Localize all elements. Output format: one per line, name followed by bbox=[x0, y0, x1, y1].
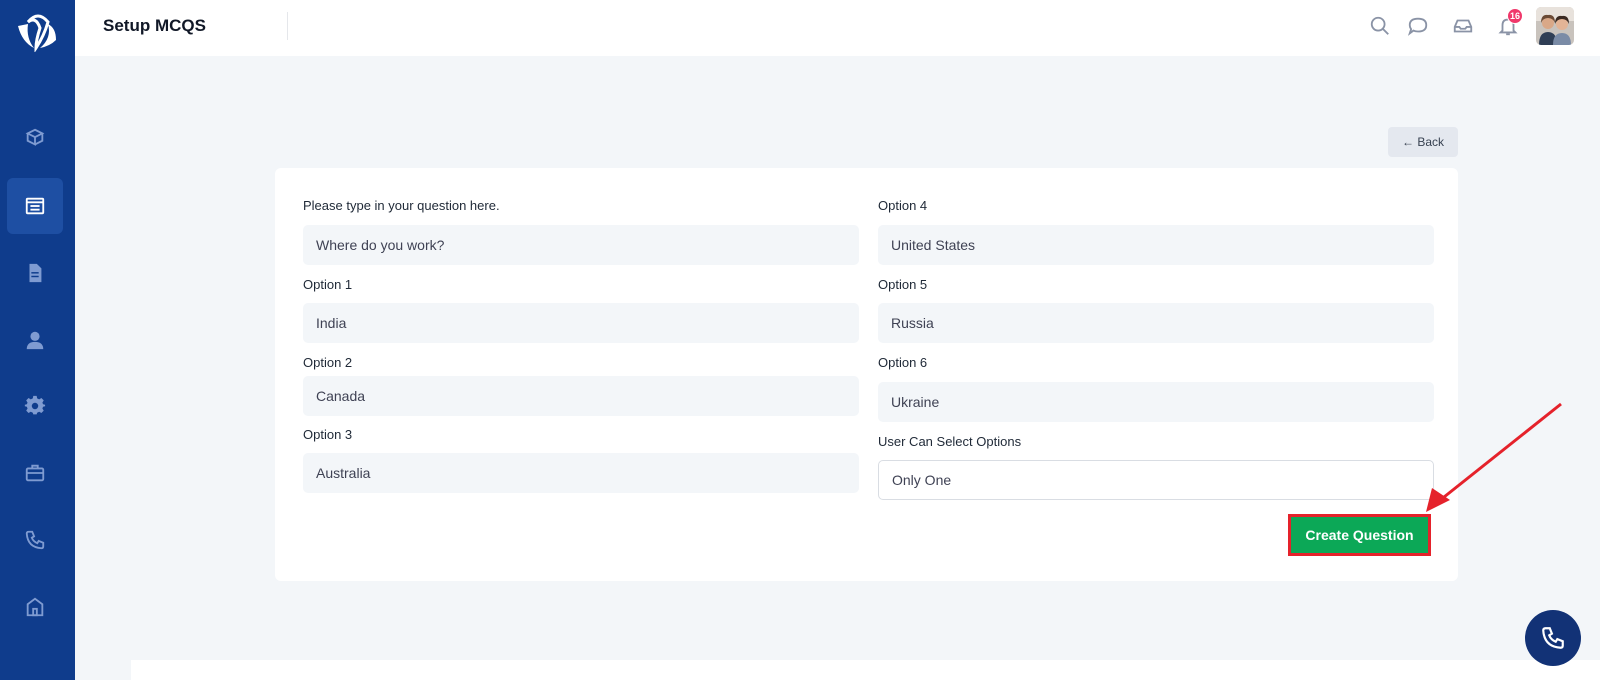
building-icon bbox=[26, 597, 44, 617]
option-1-input[interactable]: India bbox=[303, 303, 859, 343]
annotation-arrow bbox=[1426, 402, 1562, 512]
sidebar-item-jobs[interactable] bbox=[7, 445, 63, 501]
call-button[interactable] bbox=[1525, 610, 1581, 666]
gear-icon bbox=[24, 395, 46, 415]
sidebar-item-users[interactable] bbox=[7, 312, 63, 368]
sidebar-item-documents[interactable] bbox=[7, 245, 63, 301]
user-photo bbox=[1536, 7, 1574, 45]
package-icon bbox=[25, 128, 45, 146]
option-4-label: Option 4 bbox=[878, 198, 928, 213]
chat-icon bbox=[1407, 17, 1428, 36]
sidebar-item-calls[interactable] bbox=[7, 512, 63, 568]
option-5-label: Option 5 bbox=[878, 277, 928, 292]
select-mode-label: User Can Select Options bbox=[878, 434, 1022, 449]
option-6-input[interactable]: Ukraine bbox=[878, 382, 1434, 422]
option-3-label: Option 3 bbox=[303, 427, 353, 442]
sidebar-item-packages[interactable] bbox=[7, 110, 63, 166]
inbox-icon bbox=[1453, 19, 1473, 33]
option-5-input[interactable]: Russia bbox=[878, 303, 1434, 343]
sidebar-item-forms[interactable] bbox=[7, 178, 63, 234]
back-button[interactable]: ← Back bbox=[1388, 127, 1458, 157]
phone-icon bbox=[1542, 627, 1564, 649]
avatar[interactable] bbox=[1536, 7, 1574, 45]
page-title: Setup MCQS bbox=[103, 16, 206, 35]
sidebar bbox=[0, 0, 75, 680]
select-mode-dropdown[interactable]: Only One bbox=[878, 460, 1434, 500]
create-question-button[interactable]: Create Question bbox=[1291, 517, 1428, 553]
option-4-input[interactable]: United States bbox=[878, 225, 1434, 265]
form-list-icon bbox=[25, 197, 45, 215]
question-input[interactable]: Where do you work? bbox=[303, 225, 859, 265]
option-6-label: Option 6 bbox=[878, 355, 928, 370]
sidebar-item-settings[interactable] bbox=[7, 378, 63, 434]
notification-badge: 16 bbox=[1507, 8, 1523, 24]
title-divider bbox=[287, 12, 288, 40]
mcq-form-card: Please type in your question here. Where… bbox=[275, 168, 1458, 581]
footer-strip bbox=[131, 660, 1600, 680]
document-icon bbox=[29, 263, 42, 283]
search-icon bbox=[1370, 16, 1389, 35]
user-icon bbox=[26, 331, 44, 350]
option-2-input[interactable]: Canada bbox=[303, 376, 859, 416]
inbox-button[interactable] bbox=[1451, 14, 1475, 38]
chat-button[interactable] bbox=[1406, 14, 1430, 38]
option-2-label: Option 2 bbox=[303, 355, 353, 370]
search-button[interactable] bbox=[1368, 14, 1392, 38]
briefcase-icon bbox=[25, 464, 45, 482]
phone-icon bbox=[25, 530, 45, 550]
option-3-input[interactable]: Australia bbox=[303, 453, 859, 493]
question-label: Please type in your question here. bbox=[303, 198, 500, 213]
sidebar-item-company[interactable] bbox=[7, 579, 63, 635]
brand-logo[interactable] bbox=[14, 12, 60, 52]
option-1-label: Option 1 bbox=[303, 277, 353, 292]
create-question-highlight: Create Question bbox=[1288, 514, 1431, 556]
